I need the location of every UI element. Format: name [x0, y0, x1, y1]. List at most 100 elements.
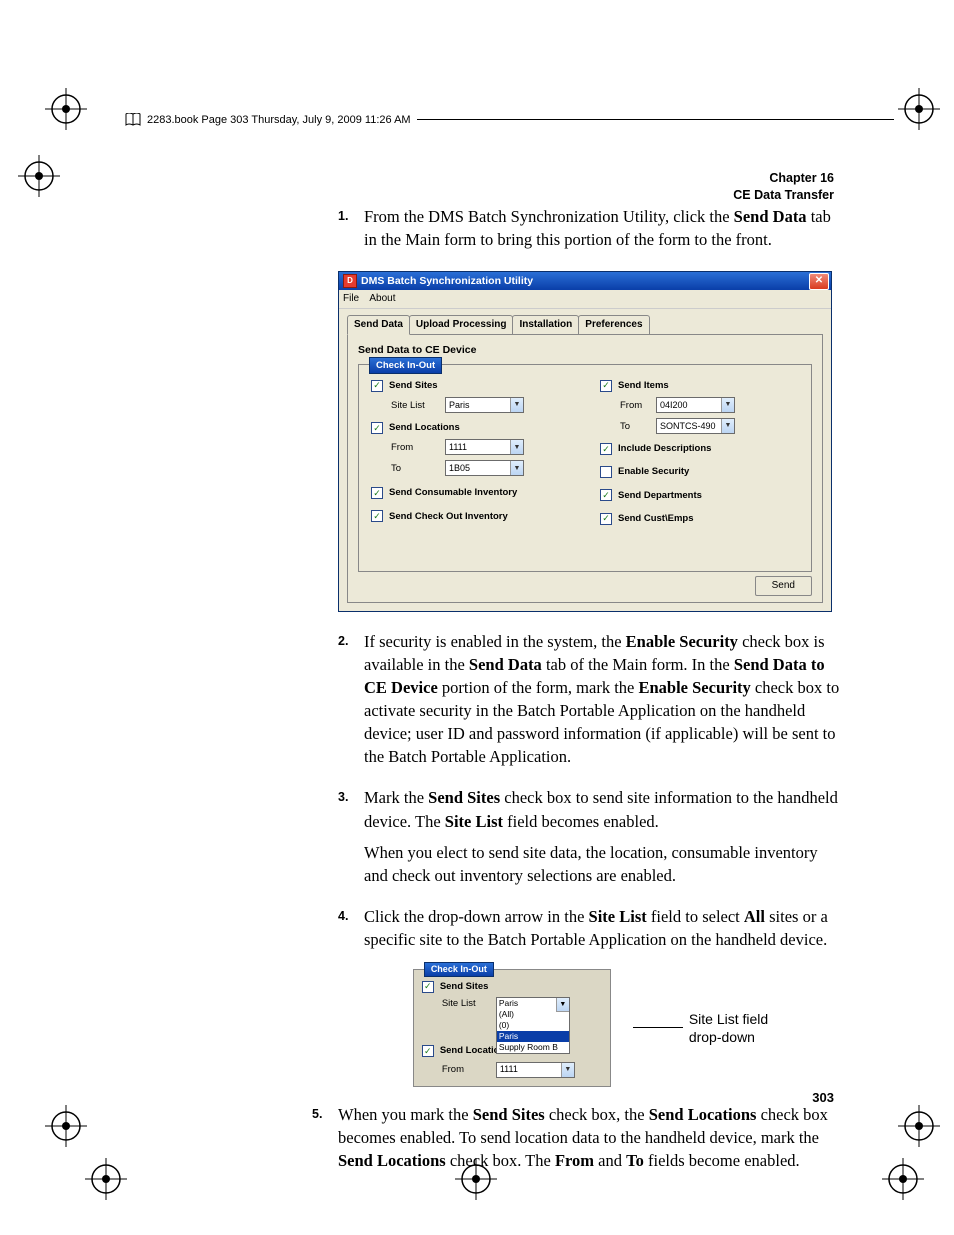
tabs: Send Data Upload Processing Installation… [347, 315, 823, 334]
step-number: 3. [338, 786, 364, 894]
chevron-down-icon[interactable]: ▼ [561, 1063, 574, 1077]
fieldset-legend: Check In-Out [424, 962, 494, 977]
label-from: From [391, 441, 439, 454]
label-include-desc: Include Descriptions [618, 442, 711, 455]
combo-loc-from[interactable]: 1111 ▼ [496, 1062, 575, 1078]
close-icon[interactable]: ✕ [809, 273, 829, 290]
step-number: 5. [312, 1103, 338, 1180]
crop-mark [18, 155, 60, 197]
window-title: DMS Batch Synchronization Utility [361, 274, 533, 289]
list-item[interactable]: Supply Room B [497, 1042, 569, 1053]
crop-mark [85, 1158, 127, 1200]
chevron-down-icon[interactable]: ▼ [510, 440, 523, 454]
label-send-sites: Send Sites [440, 980, 489, 993]
step-text: If security is enabled in the system, th… [364, 630, 843, 769]
label-send-items: Send Items [618, 379, 669, 392]
step-3: 3. Mark the Send Sites check box to send… [338, 786, 843, 894]
checkbox-include-desc[interactable]: ✓ [600, 443, 612, 455]
checkbox-send-locations[interactable]: ✓ [371, 422, 383, 434]
combo-items-to[interactable]: SONTCS-490 ▼ [656, 418, 735, 434]
tab-panel: Send Data to CE Device Check In-Out ✓ Se… [347, 334, 823, 603]
book-header-text: 2283.book Page 303 Thursday, July 9, 200… [147, 114, 411, 126]
checkbox-send-sites[interactable]: ✓ [371, 380, 383, 392]
titlebar: D DMS Batch Synchronization Utility ✕ [339, 272, 831, 290]
combo-site-list[interactable]: Paris ▼ [445, 397, 524, 413]
step-1: 1. From the DMS Batch Synchronization Ut… [338, 205, 843, 259]
label-site-list: Site List [442, 997, 490, 1010]
section-title: Send Data to CE Device [358, 343, 812, 358]
label-send-custemps: Send Cust\Emps [618, 512, 694, 525]
right-column: ✓ Send Items From 04I200 ▼ [600, 379, 799, 530]
callout-text: Site List field drop-down [689, 1010, 768, 1046]
app-icon: D [343, 274, 357, 288]
chevron-down-icon[interactable]: ▼ [556, 998, 569, 1012]
send-button[interactable]: Send [755, 576, 812, 596]
label-enable-security: Enable Security [618, 465, 689, 478]
checkbox-send-locations[interactable]: ✓ [422, 1045, 434, 1057]
chevron-down-icon[interactable]: ▼ [510, 461, 523, 475]
label-items-from: From [620, 399, 650, 412]
list-item[interactable]: (0) [497, 1020, 569, 1031]
chapter-number: Chapter 16 [733, 170, 834, 187]
chevron-down-icon[interactable]: ▼ [721, 419, 734, 433]
tab-preferences[interactable]: Preferences [578, 315, 649, 334]
list-item-selected[interactable]: Paris [497, 1031, 569, 1042]
label-from: From [442, 1063, 490, 1076]
callout-connector [633, 1027, 683, 1028]
chevron-down-icon[interactable]: ▼ [721, 398, 734, 412]
figure-dms-window: D DMS Batch Synchronization Utility ✕ Fi… [338, 271, 843, 612]
checkbox-enable-security[interactable] [600, 466, 612, 478]
figure-site-list-dropdown: Check In-Out ✓ Send Sites Site List ▼ Pa… [338, 969, 843, 1087]
checkbox-send-departments[interactable]: ✓ [600, 489, 612, 501]
crop-mark [45, 88, 87, 130]
combo-loc-to[interactable]: 1B05 ▼ [445, 460, 524, 476]
step-text: When you mark the Send Sites check box, … [338, 1103, 843, 1172]
step-5: 5. When you mark the Send Sites check bo… [312, 1103, 843, 1180]
step-text: When you elect to send site data, the lo… [364, 841, 843, 887]
label-to: To [391, 462, 439, 475]
dms-window: D DMS Batch Synchronization Utility ✕ Fi… [338, 271, 832, 612]
step-2: 2. If security is enabled in the system,… [338, 630, 843, 777]
label-send-departments: Send Departments [618, 489, 702, 502]
tab-send-data[interactable]: Send Data [347, 315, 410, 335]
checkbox-send-consumable[interactable]: ✓ [371, 487, 383, 499]
step-number: 4. [338, 905, 364, 959]
combo-loc-from[interactable]: 1111 ▼ [445, 439, 524, 455]
mini-fieldset: Check In-Out ✓ Send Sites Site List ▼ Pa… [413, 969, 611, 1087]
tab-upload-processing[interactable]: Upload Processing [409, 315, 514, 334]
label-site-list: Site List [391, 399, 439, 412]
checkbox-send-sites[interactable]: ✓ [422, 981, 434, 993]
label-items-to: To [620, 420, 650, 433]
page-number: 303 [812, 1090, 834, 1105]
site-list-dropdown-open[interactable]: ▼ Paris (All) (0) Paris Supply Room B [496, 997, 570, 1054]
chevron-down-icon[interactable]: ▼ [510, 398, 523, 412]
step-text: From the DMS Batch Synchronization Utili… [364, 205, 843, 251]
menubar: File About [339, 290, 831, 309]
chapter-title: CE Data Transfer [733, 187, 834, 204]
menu-file[interactable]: File [343, 293, 359, 304]
checkbox-send-checkout[interactable]: ✓ [371, 510, 383, 522]
label-send-locations: Send Locations [389, 421, 460, 434]
book-icon [125, 113, 141, 126]
chapter-header: Chapter 16 CE Data Transfer [733, 170, 834, 204]
label-send-checkout: Send Check Out Inventory [389, 510, 508, 523]
left-column: ✓ Send Sites Site List Paris ▼ [371, 379, 570, 530]
checkbox-send-custemps[interactable]: ✓ [600, 513, 612, 525]
step-text: Mark the Send Sites check box to send si… [364, 786, 843, 832]
crop-mark [882, 1158, 924, 1200]
step-text: Click the drop-down arrow in the Site Li… [364, 905, 843, 951]
step-number: 1. [338, 205, 364, 259]
tab-installation[interactable]: Installation [512, 315, 579, 334]
step-4: 4. Click the drop-down arrow in the Site… [338, 905, 843, 959]
label-send-sites: Send Sites [389, 379, 438, 392]
crop-mark [45, 1105, 87, 1147]
crop-mark [898, 88, 940, 130]
combo-items-from[interactable]: 04I200 ▼ [656, 397, 735, 413]
checkbox-send-items[interactable]: ✓ [600, 380, 612, 392]
menu-about[interactable]: About [369, 293, 395, 304]
label-send-consumable: Send Consumable Inventory [389, 486, 517, 499]
book-header-line: 2283.book Page 303 Thursday, July 9, 200… [125, 113, 894, 126]
step-number: 2. [338, 630, 364, 777]
crop-mark [898, 1105, 940, 1147]
fieldset-legend: Check In-Out [369, 357, 442, 374]
